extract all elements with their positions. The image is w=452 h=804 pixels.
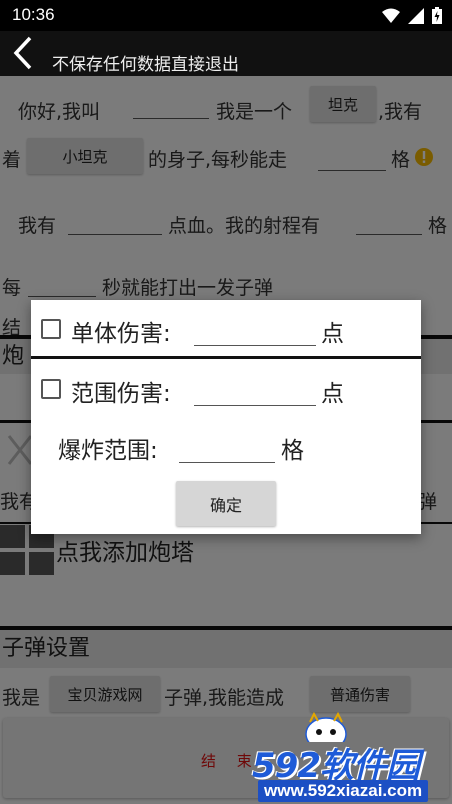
watermark: 592软件园 www.592xiazai.com [244,712,452,804]
blast-range-field[interactable] [179,439,275,463]
cell-signal-icon [408,7,424,24]
status-bar: 10:36 [0,0,452,31]
area-damage-unit: 点 [321,381,344,407]
blast-range-unit: 格 [281,438,304,464]
damage-settings-dialog: 单体伤害: 点 范围伤害: 点 爆炸范围: 格 确定 [31,300,421,534]
wifi-icon [382,8,400,23]
single-damage-label: 单体伤害: [71,321,171,347]
blast-range-label: 爆炸范围: [58,438,158,464]
area-damage-checkbox[interactable] [41,379,61,399]
area-damage-field[interactable] [194,382,316,406]
single-damage-unit: 点 [321,321,344,347]
app-bar: 不保存任何数据直接退出 [0,31,452,76]
watermark-url: www.592xiazai.com [258,780,429,802]
battery-icon [432,7,442,24]
single-damage-field[interactable] [194,322,316,346]
dialog-separator [31,356,421,359]
status-time: 10:36 [12,5,55,24]
status-icons [382,7,442,24]
confirm-button[interactable]: 确定 [176,481,276,526]
exit-without-saving-label[interactable]: 不保存任何数据直接退出 [52,50,239,75]
area-damage-label: 范围伤害: [71,381,171,407]
back-arrow-icon[interactable] [8,34,40,72]
single-damage-checkbox[interactable] [41,319,61,339]
